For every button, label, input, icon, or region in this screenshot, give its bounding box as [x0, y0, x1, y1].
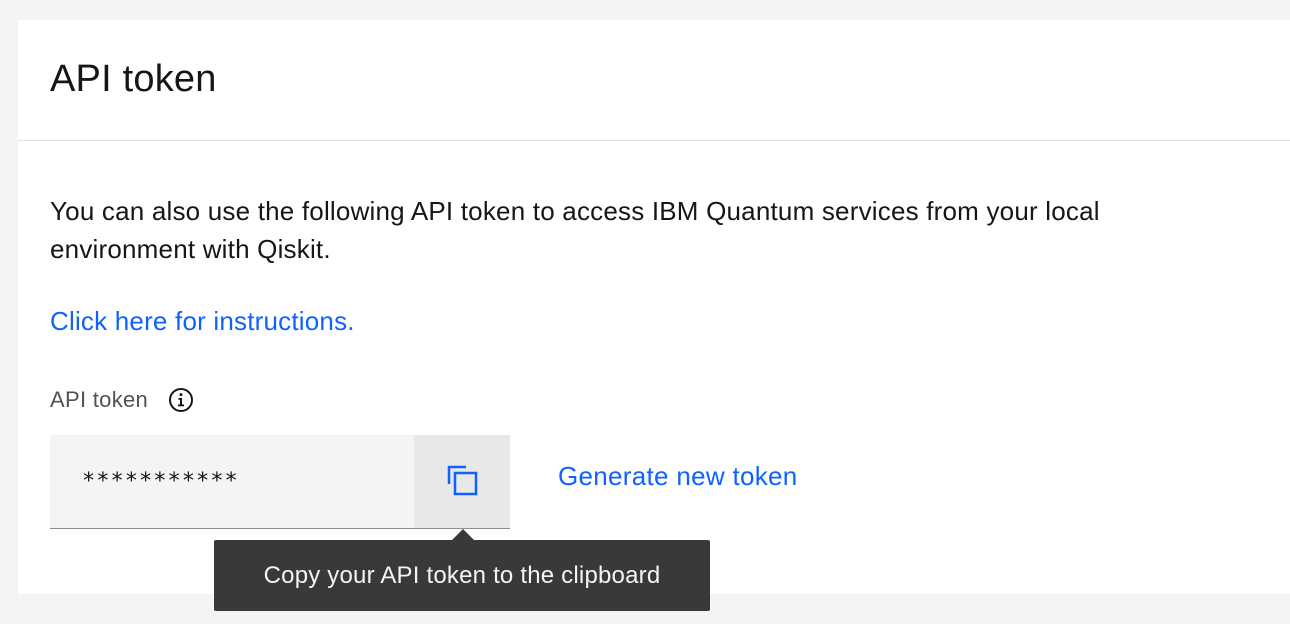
api-token-value[interactable]: ***********	[50, 435, 414, 528]
generate-new-token-link[interactable]: Generate new token	[558, 461, 798, 492]
copy-token-button[interactable]	[414, 435, 510, 528]
copy-icon	[444, 462, 480, 501]
card-header: API token	[18, 20, 1290, 141]
card-title: API token	[50, 58, 217, 100]
api-token-field: ***********	[50, 435, 510, 529]
token-field-label-row: API token	[50, 387, 194, 413]
description-text: You can also use the following API token…	[50, 196, 1100, 264]
instructions-link[interactable]: Click here for instructions.	[50, 306, 355, 337]
tooltip-caret	[452, 529, 474, 540]
copy-tooltip: Copy your API token to the clipboard	[214, 540, 710, 611]
information-icon[interactable]	[168, 387, 194, 413]
api-token-card: API token You can also use the following…	[18, 20, 1290, 594]
token-field-label: API token	[50, 387, 149, 412]
